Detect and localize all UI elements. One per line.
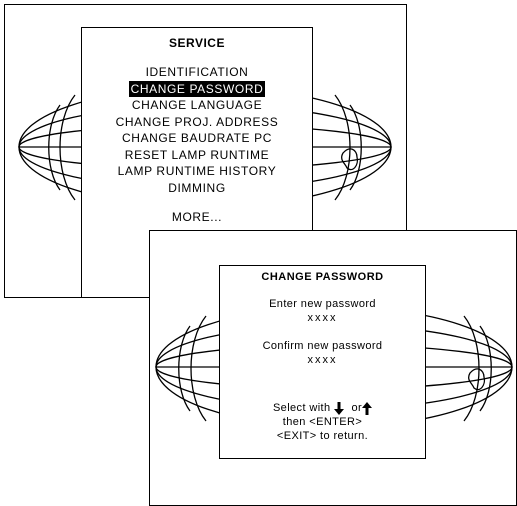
enter-password-field[interactable]: xxxx — [220, 311, 425, 325]
menu-item-change-password[interactable]: CHANGE PASSWORD — [82, 80, 312, 97]
menu-item-label: IDENTIFICATION — [145, 65, 249, 79]
menu-item-reset-lamp-runtime[interactable]: RESET LAMP RUNTIME — [82, 147, 312, 164]
password-menu: CHANGE PASSWORD Enter new password xxxx … — [219, 265, 426, 459]
help-exit-text: <EXIT> to return. — [276, 430, 369, 442]
menu-item-label: CHANGE PROJ. ADDRESS — [115, 114, 279, 129]
service-title: SERVICE — [169, 36, 225, 50]
service-menu-list: IDENTIFICATION CHANGE PASSWORD CHANGE LANG… — [82, 64, 312, 196]
enter-password-label: Enter new password — [269, 298, 376, 310]
menu-item-more[interactable]: MORE... — [82, 209, 312, 226]
help-enter-text: then <ENTER> — [282, 416, 363, 428]
menu-item-label: CHANGE PASSWORD — [128, 80, 266, 97]
help-select-line: Select with or — [220, 401, 425, 415]
arrow-up-icon — [362, 401, 373, 415]
password-title: CHANGE PASSWORD — [261, 271, 384, 283]
arrow-down-icon — [334, 401, 344, 415]
help-select-text: Select with — [272, 402, 331, 414]
menu-item-lamp-runtime-history[interactable]: LAMP RUNTIME HISTORY — [82, 163, 312, 180]
menu-item-dimming[interactable]: DIMMING — [82, 180, 312, 197]
confirm-password-label: Confirm new password — [262, 340, 383, 352]
confirm-password-field[interactable]: xxxx — [220, 353, 425, 367]
menu-item-label: DIMMING — [168, 180, 226, 195]
password-screen: CHANGE PASSWORD Enter new password xxxx … — [149, 230, 517, 506]
menu-item-label: CHANGE BAUDRATE PC — [122, 131, 272, 145]
menu-item-change-language[interactable]: CHANGE LANGUAGE — [82, 97, 312, 114]
menu-item-label: LAMP RUNTIME HISTORY — [117, 164, 277, 178]
menu-item-label: CHANGE LANGUAGE — [131, 98, 263, 112]
help-or-text: or — [351, 402, 363, 414]
menu-item-label: RESET LAMP RUNTIME — [124, 147, 270, 162]
menu-item-change-proj-address[interactable]: CHANGE PROJ. ADDRESS — [82, 114, 312, 131]
menu-item-change-baudrate-pc[interactable]: CHANGE BAUDRATE PC — [82, 130, 312, 147]
menu-item-identification[interactable]: IDENTIFICATION — [82, 64, 312, 81]
